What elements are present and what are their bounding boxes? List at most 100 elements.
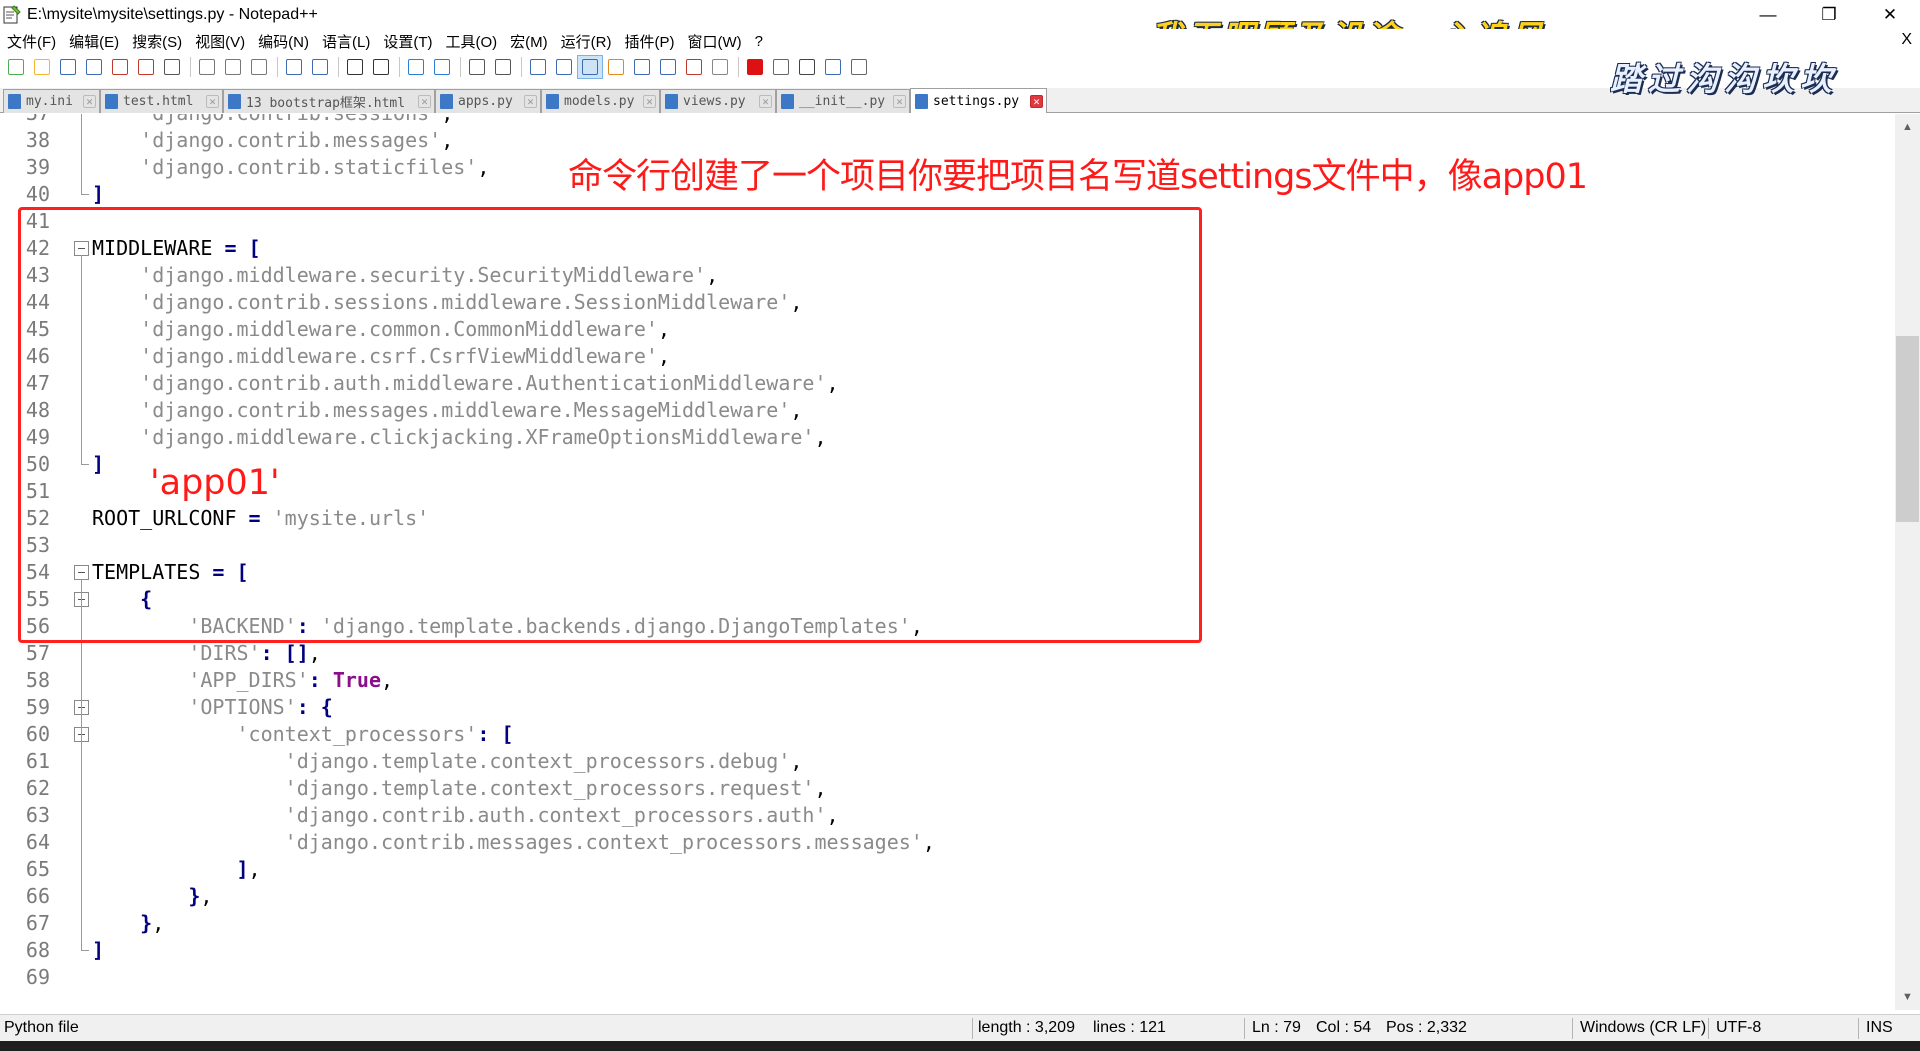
tab-test-html[interactable]: test.html ✕ (100, 89, 223, 113)
code-line[interactable]: 59 'OPTIONS': { (0, 694, 1895, 721)
menu-item[interactable]: 运行(R) (554, 31, 618, 52)
find-icon[interactable] (343, 56, 367, 78)
status-encoding[interactable]: UTF-8 (1716, 1019, 1761, 1037)
menu-item[interactable]: 工具(O) (438, 31, 503, 52)
code-editor[interactable]: 37 'django.contrib.sessions',38 'django.… (0, 114, 1895, 1010)
code-line[interactable]: 57 'DIRS': [], (0, 640, 1895, 667)
tab-close-icon[interactable]: ✕ (893, 95, 906, 108)
tab-13-bootstrap-html[interactable]: 13 bootstrap框架.html ✕ (223, 89, 435, 113)
close-document-button[interactable]: X (1901, 31, 1912, 49)
run-macro-multiple-icon[interactable] (821, 56, 845, 78)
code-line[interactable]: 66 }, (0, 883, 1895, 910)
code-line[interactable]: 51 (0, 478, 1895, 505)
save-all-icon[interactable] (82, 56, 106, 78)
tab-close-icon[interactable]: ✕ (1030, 94, 1043, 108)
code-line[interactable]: 44 'django.contrib.sessions.middleware.S… (0, 289, 1895, 316)
new-file-icon[interactable] (4, 56, 28, 78)
scroll-thumb[interactable] (1896, 336, 1919, 522)
monitoring-icon[interactable] (708, 56, 732, 78)
sync-horizontal-icon[interactable] (491, 56, 515, 78)
menu-item[interactable]: 编码(N) (251, 31, 315, 52)
tab-close-icon[interactable]: ✕ (418, 95, 431, 108)
code-line[interactable]: 42 MIDDLEWARE = [ (0, 235, 1895, 262)
status-insert-mode[interactable]: INS (1866, 1019, 1893, 1037)
fold-toggle-icon[interactable] (74, 565, 89, 580)
redo-icon[interactable] (308, 56, 332, 78)
code-line[interactable]: 56 'BACKEND': 'django.template.backends.… (0, 613, 1895, 640)
code-line[interactable]: 48 'django.contrib.messages.middleware.M… (0, 397, 1895, 424)
doc-map-icon[interactable] (630, 56, 654, 78)
code-line[interactable]: 54 TEMPLATES = [ (0, 559, 1895, 586)
function-list-icon[interactable] (656, 56, 680, 78)
code-line[interactable]: 41 (0, 208, 1895, 235)
code-line[interactable]: 62 'django.template.context_processors.r… (0, 775, 1895, 802)
code-line[interactable]: 69 (0, 964, 1895, 991)
menu-item[interactable]: 宏(M) (503, 31, 554, 52)
code-line[interactable]: 67 }, (0, 910, 1895, 937)
code-line[interactable]: 46 'django.middleware.csrf.CsrfViewMiddl… (0, 343, 1895, 370)
vertical-scrollbar[interactable]: ▲ ▼ (1895, 114, 1920, 1010)
cut-icon[interactable] (195, 56, 219, 78)
code-line[interactable]: 52 ROOT_URLCONF = 'mysite.urls' (0, 505, 1895, 532)
scroll-up-arrow-icon[interactable]: ▲ (1895, 116, 1920, 138)
print-icon[interactable] (160, 56, 184, 78)
code-line[interactable]: 61 'django.template.context_processors.d… (0, 748, 1895, 775)
tab-close-icon[interactable]: ✕ (524, 95, 537, 108)
tab-init-py[interactable]: __init__.py ✕ (776, 89, 910, 113)
menu-item[interactable]: 窗口(W) (680, 31, 747, 52)
zoom-out-icon[interactable] (430, 56, 454, 78)
code-line[interactable]: 37 'django.contrib.sessions', (0, 114, 1895, 127)
menu-item[interactable]: 语言(L) (315, 31, 376, 52)
close-icon[interactable] (108, 56, 132, 78)
tab-apps-py[interactable]: apps.py ✕ (435, 89, 541, 113)
menu-item[interactable]: 编辑(E) (62, 31, 125, 52)
folder-workspace-icon[interactable] (682, 56, 706, 78)
code-line[interactable]: 55 { (0, 586, 1895, 613)
tab-views-py[interactable]: views.py ✕ (660, 89, 776, 113)
show-all-chars-icon[interactable] (552, 56, 576, 78)
menu-item[interactable]: 搜索(S) (125, 31, 188, 52)
menu-item[interactable]: 设置(T) (376, 31, 438, 52)
menu-item[interactable]: 文件(F) (0, 31, 62, 52)
code-line[interactable]: 64 'django.contrib.messages.context_proc… (0, 829, 1895, 856)
tab-my-ini[interactable]: my.ini ✕ (3, 89, 100, 113)
code-line[interactable]: 47 'django.contrib.auth.middleware.Authe… (0, 370, 1895, 397)
sync-vertical-icon[interactable] (465, 56, 489, 78)
paste-icon[interactable] (247, 56, 271, 78)
save-macro-icon[interactable] (847, 56, 871, 78)
save-icon[interactable] (56, 56, 80, 78)
code-line[interactable]: 63 'django.contrib.auth.context_processo… (0, 802, 1895, 829)
maximize-button[interactable]: ❐ (1801, 0, 1857, 29)
code-line[interactable]: 45 'django.middleware.common.CommonMiddl… (0, 316, 1895, 343)
zoom-in-icon[interactable] (404, 56, 428, 78)
undo-icon[interactable] (282, 56, 306, 78)
tab-settings-py[interactable]: settings.py ✕ (910, 88, 1047, 113)
scroll-down-arrow-icon[interactable]: ▼ (1895, 986, 1920, 1008)
code-line[interactable]: 58 'APP_DIRS': True, (0, 667, 1895, 694)
record-macro-icon[interactable] (743, 56, 767, 78)
tab-close-icon[interactable]: ✕ (759, 95, 772, 108)
code-line[interactable]: 50] (0, 451, 1895, 478)
code-line[interactable]: 53 (0, 532, 1895, 559)
indent-guide-icon[interactable] (577, 55, 603, 79)
tab-models-py[interactable]: models.py ✕ (541, 89, 660, 113)
menu-item[interactable]: 视图(V) (188, 31, 251, 52)
stop-macro-icon[interactable] (769, 56, 793, 78)
menu-item[interactable]: 插件(P) (617, 31, 680, 52)
play-macro-icon[interactable] (795, 56, 819, 78)
code-line[interactable]: 43 'django.middleware.security.SecurityM… (0, 262, 1895, 289)
user-language-icon[interactable] (604, 56, 628, 78)
code-line[interactable]: 60 'context_processors': [ (0, 721, 1895, 748)
word-wrap-icon[interactable] (526, 56, 550, 78)
code-line[interactable]: 65 ], (0, 856, 1895, 883)
tab-close-icon[interactable]: ✕ (83, 95, 96, 108)
code-line[interactable]: 68] (0, 937, 1895, 964)
close-all-icon[interactable] (134, 56, 158, 78)
close-window-button[interactable]: ✕ (1862, 0, 1918, 29)
open-file-icon[interactable] (30, 56, 54, 78)
status-eol[interactable]: Windows (CR LF) (1580, 1019, 1706, 1037)
copy-icon[interactable] (221, 56, 245, 78)
replace-icon[interactable] (369, 56, 393, 78)
fold-toggle-icon[interactable] (74, 241, 89, 256)
minimize-button[interactable]: — (1740, 0, 1796, 29)
